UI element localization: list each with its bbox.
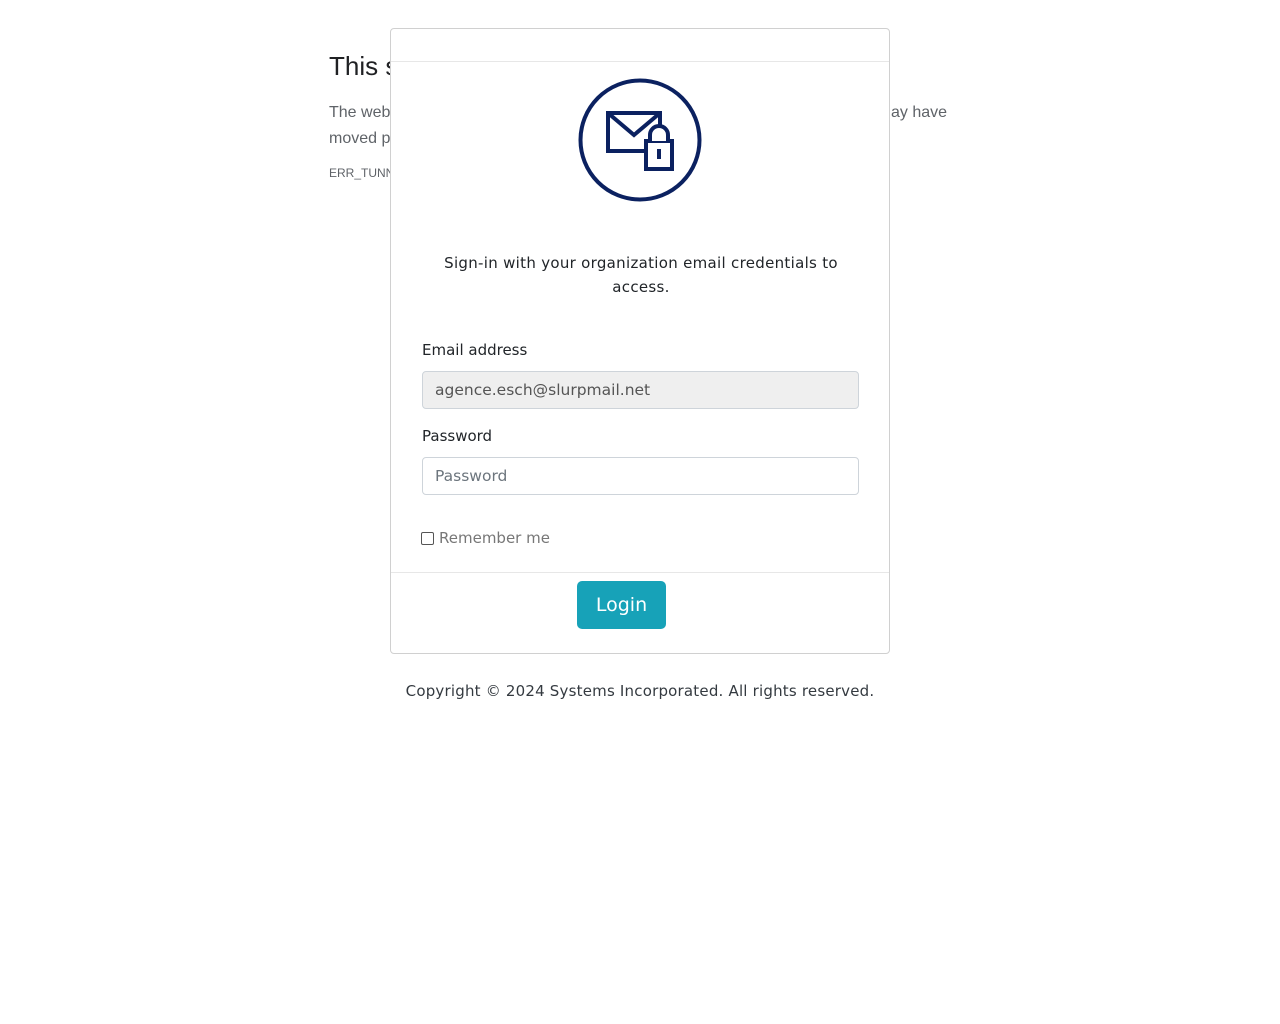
error-description-left: The web moved p <box>329 104 391 147</box>
error-description-right: ay have <box>891 104 948 121</box>
mail-lock-icon <box>578 78 702 202</box>
copyright-text: Copyright © 2024 Systems Incorporated. A… <box>405 682 875 700</box>
login-card: Sign-in with your organization email cre… <box>390 28 890 654</box>
email-field[interactable] <box>422 371 859 409</box>
password-label: Password <box>422 427 493 445</box>
error-code: ERR_TUNN <box>329 166 395 180</box>
error-title: This s <box>329 51 399 81</box>
card-footer-divider <box>391 572 889 573</box>
remember-me[interactable]: Remember me <box>421 529 550 547</box>
card-header <box>391 29 889 62</box>
remember-me-checkbox[interactable] <box>421 531 434 545</box>
remember-me-label: Remember me <box>439 529 550 547</box>
password-field[interactable] <box>422 457 859 495</box>
signin-instructions: Sign-in with your organization email cre… <box>444 254 838 296</box>
email-label: Email address <box>422 341 528 359</box>
login-button[interactable]: Login <box>577 581 666 629</box>
